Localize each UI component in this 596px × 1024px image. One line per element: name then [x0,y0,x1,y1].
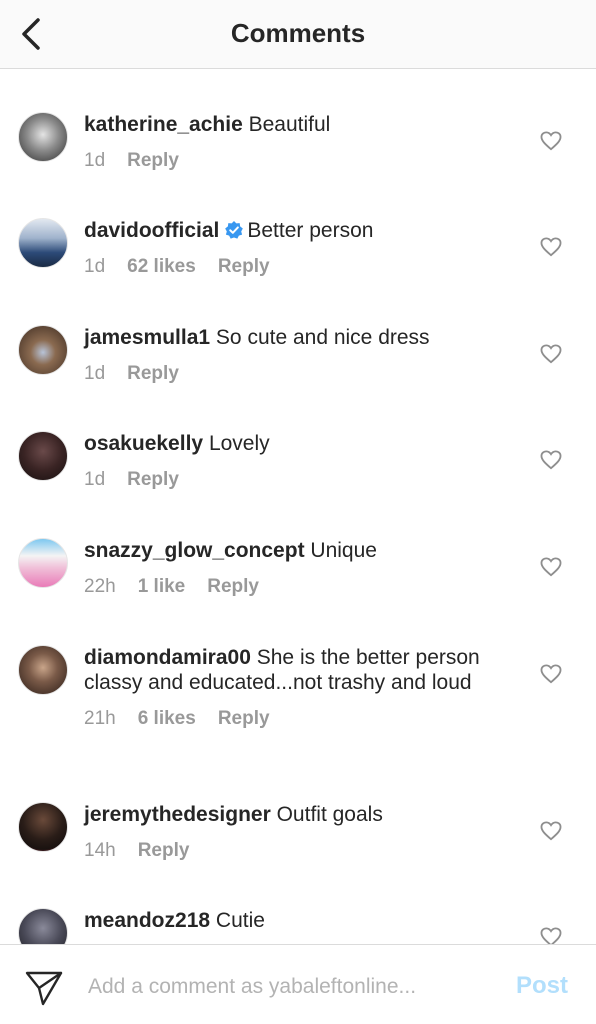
like-button[interactable] [540,131,562,151]
likes-count[interactable]: 1 like [138,576,186,597]
comment-text: meandoz218 Cutie [84,908,524,933]
likes-count[interactable]: 6 likes [138,708,196,729]
comment-meta: 1d Reply [84,468,524,492]
comment-composer: Post [0,944,596,1024]
timestamp: 1d [84,150,106,171]
avatar[interactable] [18,908,68,944]
like-button[interactable] [540,344,562,364]
comment-body: Unique [310,539,377,562]
comment-text: snazzy_glow_concept Unique [84,538,524,563]
comment-meta: 1d Reply [84,149,524,173]
like-button[interactable] [540,927,562,944]
reply-button[interactable]: Reply [218,708,270,729]
verified-badge-icon [225,221,244,239]
paper-plane-icon [25,971,63,1006]
comment-text: diamondamira00 She is the better person … [84,645,524,695]
username-link[interactable]: jamesmulla1 [84,326,210,349]
comment-meta: 1d Reply [84,362,524,386]
avatar[interactable] [18,218,68,268]
comment-text: davidoofficial Better person [84,218,524,243]
like-button[interactable] [540,821,562,841]
avatar[interactable] [18,112,68,162]
heart-icon [540,821,562,841]
post-button[interactable]: Post [516,972,568,1000]
reply-button[interactable]: Reply [138,840,190,861]
avatar[interactable] [18,645,68,695]
comment-text: jamesmulla1 So cute and nice dress [84,325,524,350]
avatar[interactable] [18,802,68,852]
comment-body: Cutie [215,909,265,932]
avatar[interactable] [18,431,68,481]
heart-icon [540,927,562,944]
comment-text: jeremythedesigner Outfit goals [84,802,524,827]
like-button[interactable] [540,664,562,684]
reply-button[interactable]: Reply [218,256,270,277]
like-button[interactable] [540,557,562,577]
username-link[interactable]: jeremythedesigner [84,803,271,826]
heart-icon [540,450,562,470]
comment-meta: 22h 1 like Reply [84,575,524,599]
username-link[interactable]: davidoofficial [84,219,219,242]
comment-meta: 1d 62 likes Reply [84,255,524,279]
timestamp: 1d [84,256,106,277]
like-button[interactable] [540,237,562,257]
comment-meta: 14h Reply [84,839,524,863]
username-link[interactable]: meandoz218 [84,909,210,932]
timestamp: 22h [84,576,116,597]
comment-body: Outfit goals [276,803,383,826]
heart-icon [540,237,562,257]
comment-body: So cute and nice dress [215,326,430,349]
comment-text: katherine_achie Beautiful [84,112,524,137]
timestamp: 14h [84,840,116,861]
comment-body: Better person [247,219,374,242]
reply-button[interactable]: Reply [127,469,179,490]
comment-input[interactable] [88,971,488,1003]
username-link[interactable]: katherine_achie [84,113,243,136]
heart-icon [540,131,562,151]
avatar[interactable] [18,325,68,375]
like-button[interactable] [540,450,562,470]
comment-text: osakuekelly Lovely [84,431,524,456]
username-link[interactable]: snazzy_glow_concept [84,539,305,562]
username-link[interactable]: diamondamira00 [84,646,251,669]
timestamp: 1d [84,469,106,490]
username-link[interactable]: osakuekelly [84,432,203,455]
reply-button[interactable]: Reply [127,363,179,384]
timestamp: 21h [84,708,116,729]
comment-body: Lovely [208,432,270,455]
heart-icon [540,557,562,577]
direct-share-button[interactable] [24,969,64,1007]
reply-button[interactable]: Reply [127,150,179,171]
likes-count[interactable]: 62 likes [127,256,196,277]
comment-meta: 21h 6 likes Reply [84,707,524,731]
avatar[interactable] [18,538,68,588]
heart-icon [540,344,562,364]
comment-body: Beautiful [248,113,331,136]
top-bar: Comments [0,0,596,69]
comments-list[interactable]: katherine_achie Beautiful 1d Reply davido… [0,69,596,944]
heart-icon [540,664,562,684]
timestamp: 1d [84,363,106,384]
page-title: Comments [230,18,366,48]
reply-button[interactable]: Reply [207,576,259,597]
